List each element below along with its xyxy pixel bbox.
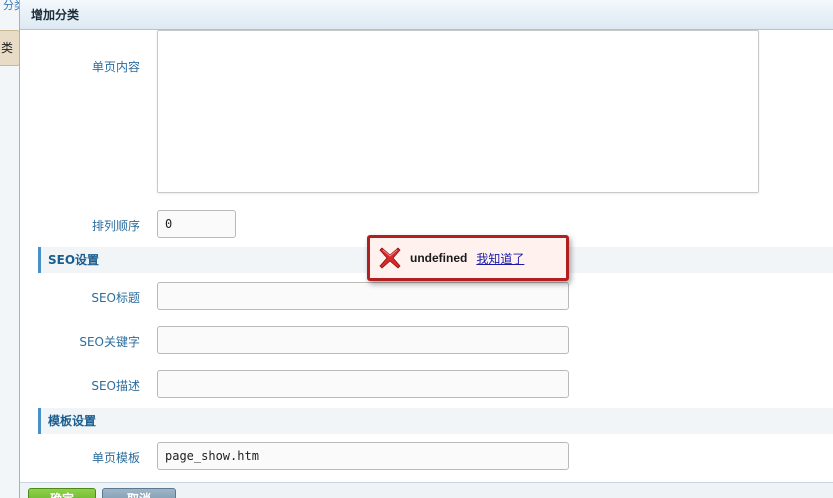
cancel-button[interactable]: 取消 — [102, 488, 176, 498]
toast-message: undefined — [410, 251, 468, 265]
seo-keywords-label: SEO关键字 — [79, 335, 140, 349]
seo-description-input[interactable] — [157, 370, 569, 398]
dismiss-link[interactable]: 我知道了 — [476, 250, 524, 267]
template-section-header: 模板设置 — [38, 408, 833, 434]
seo-description-label: SEO描述 — [91, 379, 140, 393]
seo-title-label: SEO标题 — [91, 291, 140, 305]
error-x-icon — [379, 247, 401, 269]
page-content-label: 单页内容 — [91, 60, 140, 74]
sort-order-label: 排列顺序 — [91, 219, 140, 233]
seo-title-input[interactable] — [157, 282, 569, 310]
sort-order-input[interactable]: 0 — [157, 210, 236, 238]
page-template-label: 单页模板 — [91, 451, 140, 465]
page-content-editor[interactable] — [157, 30, 759, 193]
dialog-title: 增加分类 — [20, 0, 833, 30]
seo-keywords-input[interactable] — [157, 326, 569, 354]
background-tab[interactable]: 类 — [0, 30, 20, 66]
error-toast: undefined 我知道了 — [367, 235, 569, 281]
background-page-strip — [0, 0, 20, 498]
page-template-input[interactable]: page_show.htm — [157, 442, 569, 470]
ok-button[interactable]: 确定 — [28, 488, 96, 498]
